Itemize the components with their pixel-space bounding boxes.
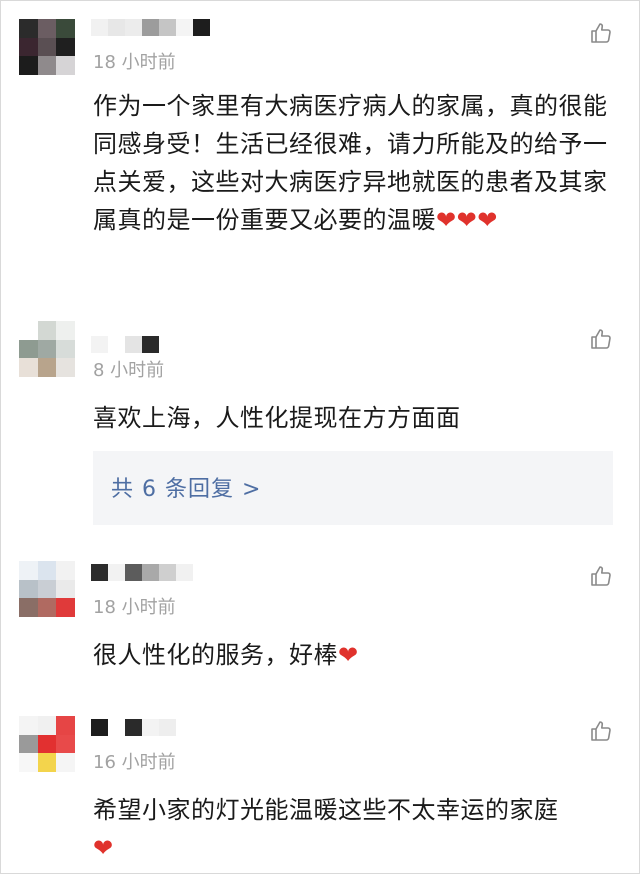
avatar[interactable]	[19, 19, 75, 75]
heart-emoji: ❤	[338, 641, 359, 669]
username-obscured[interactable]	[91, 564, 193, 582]
replies-box[interactable]: 共 6 条回复 >	[93, 451, 613, 525]
avatar[interactable]	[19, 716, 75, 772]
heart-emoji: ❤	[93, 834, 114, 862]
comment-time: 18 小时前	[93, 597, 176, 618]
thumbs-up-icon[interactable]	[589, 564, 613, 588]
comment-body: 很人性化的服务，好棒	[93, 641, 338, 669]
comment-text: 作为一个家里有大病医疗病人的家属，真的很能同感身受！生活已经很难，请力所能及的给…	[93, 87, 613, 239]
view-replies-link[interactable]: 共 6 条回复 >	[111, 471, 261, 503]
comment-time: 16 小时前	[93, 752, 176, 773]
heart-emoji: ❤❤❤	[436, 206, 498, 234]
comment-body: 希望小家的灯光能温暖这些不太幸运的家庭	[93, 796, 559, 824]
comment-list: 18 小时前 作为一个家里有大病医疗病人的家属，真的很能同感身受！生活已经很难，…	[0, 0, 640, 874]
avatar[interactable]	[19, 561, 75, 617]
comment-text: 喜欢上海，人性化提现在方方面面	[93, 404, 461, 432]
thumbs-up-icon[interactable]	[589, 21, 613, 45]
comment-text: 很人性化的服务，好棒❤	[93, 636, 613, 674]
avatar[interactable]	[19, 321, 75, 377]
username-obscured[interactable]	[91, 336, 159, 354]
thumbs-up-icon[interactable]	[589, 327, 613, 351]
thumbs-up-icon[interactable]	[589, 719, 613, 743]
username-obscured[interactable]	[91, 719, 176, 737]
username-obscured[interactable]	[91, 19, 210, 37]
comment-text: 希望小家的灯光能温暖这些不太幸运的家庭 ❤	[93, 791, 613, 867]
comment-time: 18 小时前	[93, 52, 176, 73]
comment-body: 作为一个家里有大病医疗病人的家属，真的很能同感身受！生活已经很难，请力所能及的给…	[93, 92, 608, 234]
comment-time: 8 小时前	[93, 360, 165, 381]
